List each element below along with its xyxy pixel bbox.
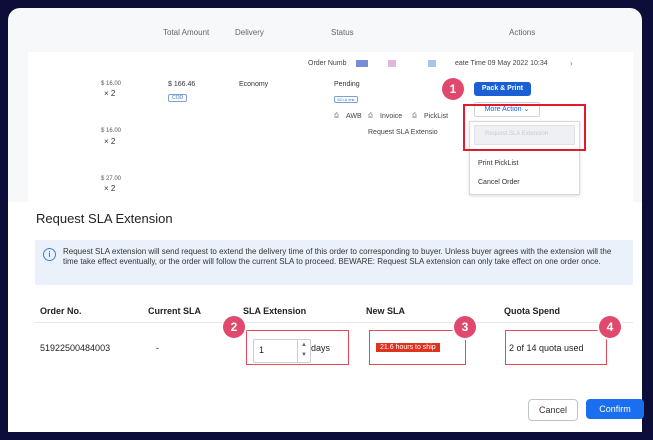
modal-title: Request SLA Extension [36, 211, 173, 226]
column-actions: Actions [509, 28, 536, 37]
awb-link[interactable]: AWB [346, 113, 362, 120]
cancel-button[interactable]: Cancel [528, 399, 578, 421]
info-text: Request SLA extension will send request … [63, 247, 612, 266]
item-qty: × 2 [104, 89, 116, 98]
order-number-label: Order Numb [308, 60, 347, 67]
create-time: eate Time 09 May 2022 10:34 [455, 60, 548, 67]
status-tag: SCI & link [334, 96, 358, 103]
divider [35, 322, 633, 323]
picklist-link[interactable]: PickList [424, 113, 448, 120]
masked-order-number [356, 60, 368, 67]
item-price: $ 16.00 [101, 128, 122, 134]
invoice-link[interactable]: Invoice [380, 113, 402, 120]
highlight-box [369, 330, 466, 365]
current-sla: - [156, 343, 159, 353]
pack-print-button[interactable]: Pack & Print [474, 82, 531, 96]
item-qty: × 2 [104, 184, 116, 193]
column-sla-extension: SLA Extension [243, 306, 307, 316]
column-current-sla: Current SLA [148, 306, 202, 316]
item-qty: × 2 [104, 137, 116, 146]
column-total-amount: Total Amount [163, 28, 210, 37]
confirm-button[interactable]: Confirm [586, 399, 644, 419]
request-sla-link[interactable]: Request SLA Extensio [368, 129, 438, 136]
printer-icon: ⎙ [368, 113, 373, 119]
order-status: Pending [334, 81, 360, 88]
item-price: $ 27.00 [101, 176, 122, 182]
highlight-box [463, 104, 586, 151]
column-order-no: Order No. [40, 306, 82, 316]
callout-badge-3: 3 [454, 316, 476, 338]
chevron-right-icon[interactable]: › [570, 59, 573, 68]
request-sla-modal: Request SLA Extension i Request SLA exte… [8, 202, 644, 432]
order-number: 51922500484003 [40, 343, 111, 353]
info-banner: i Request SLA extension will send reques… [35, 240, 633, 285]
printer-icon: ⎙ [334, 113, 339, 119]
info-icon: i [43, 248, 56, 261]
masked-text [428, 60, 436, 67]
menu-item-print-picklist[interactable]: Print PickList [478, 160, 518, 167]
callout-badge-1: 1 [442, 78, 464, 100]
callout-badge-2: 2 [223, 316, 245, 338]
highlight-box [246, 330, 349, 365]
order-total: $ 166.46 [168, 81, 196, 88]
callout-badge-4: 4 [599, 316, 621, 338]
highlight-box [505, 330, 607, 365]
item-price: $ 16.00 [101, 81, 122, 87]
column-status: Status [331, 28, 354, 37]
menu-item-cancel-order[interactable]: Cancel Order [478, 179, 520, 186]
column-delivery: Delivery [235, 28, 264, 37]
payment-tag: COD [168, 94, 188, 102]
delivery-method: Economy [239, 81, 269, 88]
column-new-sla: New SLA [366, 306, 406, 316]
column-quota-spend: Quota Spend [504, 306, 560, 316]
printer-icon: ⎙ [412, 113, 417, 119]
masked-text [388, 60, 396, 67]
